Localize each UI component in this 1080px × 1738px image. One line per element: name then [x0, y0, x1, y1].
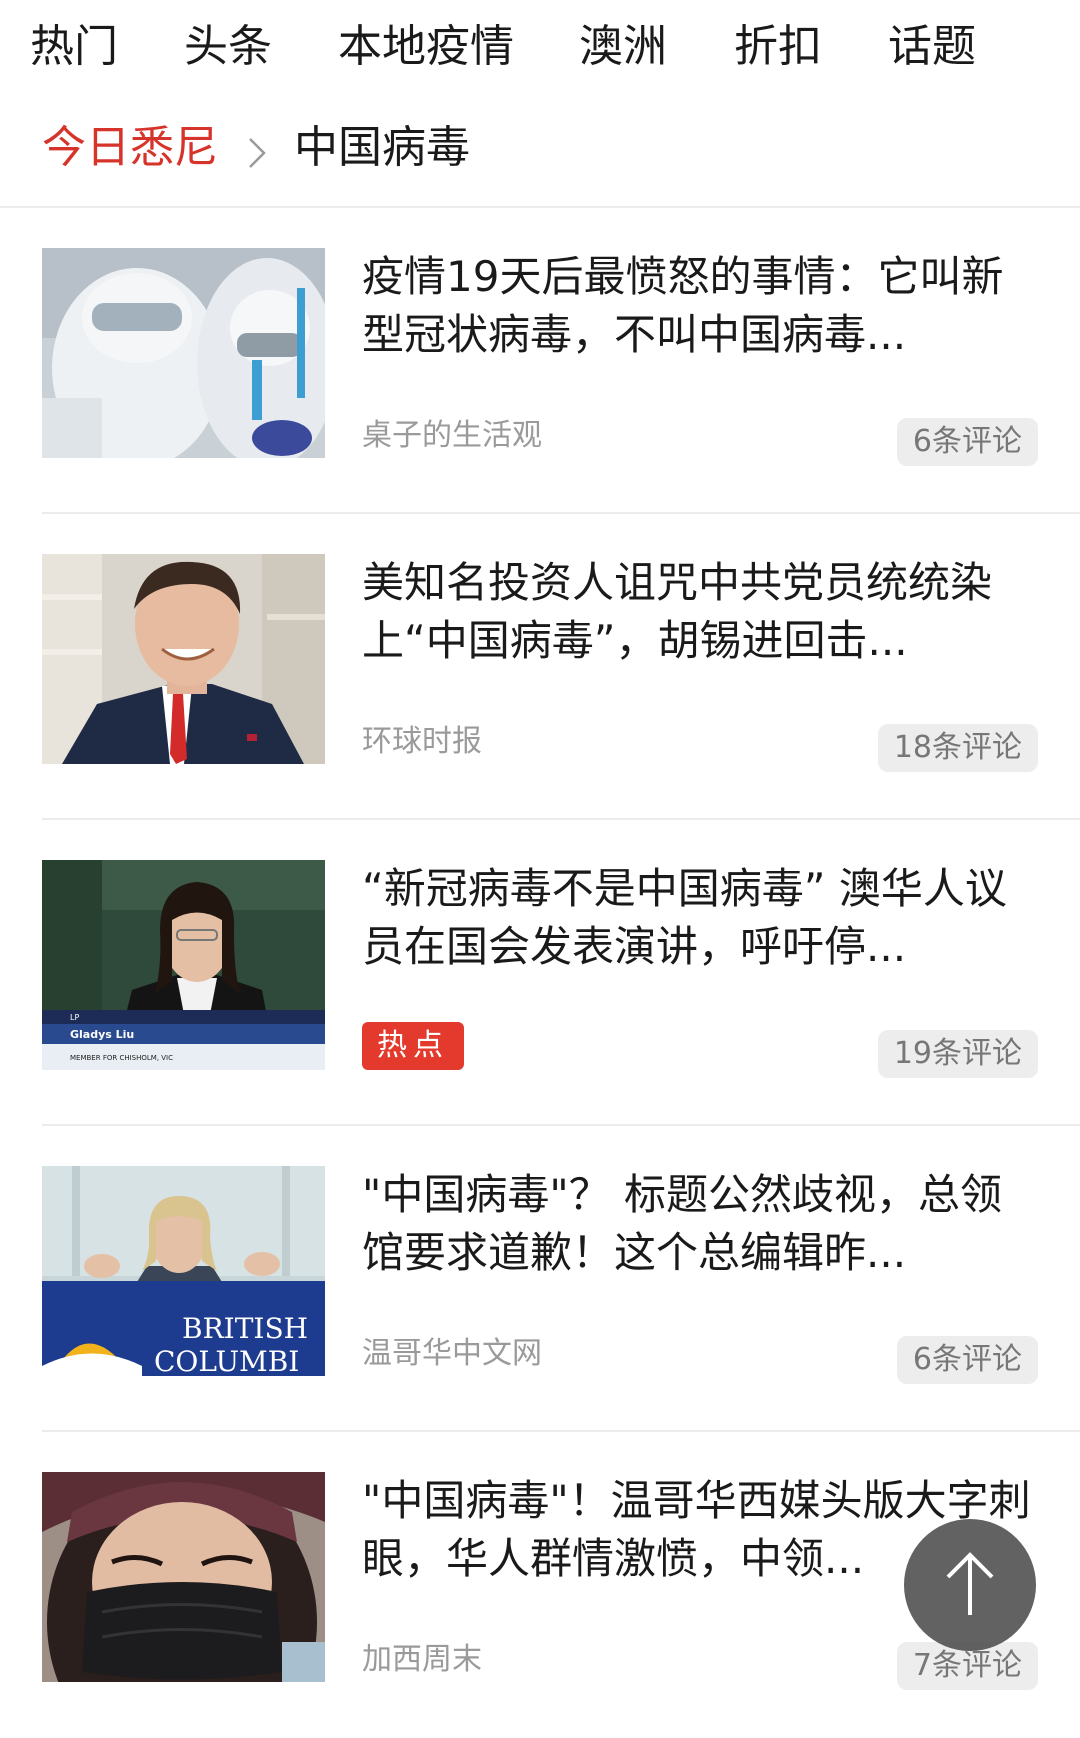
comment-count-badge[interactable]: 18条评论	[877, 724, 1038, 772]
article-title[interactable]: 疫情19天后最愤怒的事情：它叫新型冠状病毒，不叫中国病毒...	[362, 248, 1042, 364]
article-title[interactable]: "中国病毒"？ 标题公然歧视，总领馆要求道歉！这个总编辑昨...	[362, 1166, 1042, 1282]
article-item[interactable]: BRITISH COLUMBI "中国病毒"？ 标题公然歧视，总领馆要求道歉！这…	[0, 1126, 1080, 1432]
chevron-right-icon	[249, 138, 266, 168]
article-source: 加西周末	[362, 1642, 482, 1677]
arrow-up-icon	[946, 1552, 994, 1615]
article-list: 疫情19天后最愤怒的事情：它叫新型冠状病毒，不叫中国病毒... 桌子的生活观 6…	[0, 208, 1080, 1738]
medical-workers-photo	[42, 248, 325, 458]
caption-name: Gladys Liu	[70, 1028, 134, 1041]
article-title[interactable]: 美知名投资人诅咒中共党员统统染上“中国病毒”，胡锡进回击...	[362, 554, 1042, 670]
comment-count-badge[interactable]: 6条评论	[896, 418, 1038, 466]
article-source: 桌子的生活观	[362, 418, 542, 453]
article-item[interactable]: 疫情19天后最愤怒的事情：它叫新型冠状病毒，不叫中国病毒... 桌子的生活观 6…	[0, 208, 1080, 514]
comment-count-badge[interactable]: 19条评论	[877, 1030, 1038, 1078]
woman-in-mask-photo	[42, 1472, 325, 1682]
article-source: 环球时报	[362, 724, 482, 759]
back-to-top-button[interactable]	[904, 1519, 1036, 1651]
tab-local-epidemic[interactable]: 本地疫情	[338, 18, 514, 76]
parliament-speech-photo: LP Gladys Liu MEMBER FOR CHISHOLM, VIC	[42, 860, 325, 1070]
tab-headlines[interactable]: 头条	[184, 18, 272, 76]
tab-discounts[interactable]: 折扣	[734, 18, 822, 76]
press-conference-photo: BRITISH COLUMBI	[42, 1166, 325, 1376]
top-nav: 热门 头条 本地疫情 澳洲 折扣 话题	[0, 0, 1080, 96]
hot-tag-badge: 热点	[362, 1022, 464, 1070]
caption-party: LP	[70, 1013, 79, 1022]
podium-text-2: COLUMBI	[154, 1345, 299, 1376]
comment-count-badge[interactable]: 6条评论	[896, 1336, 1038, 1384]
breadcrumb: 今日悉尼 中国病毒	[0, 96, 1080, 208]
breadcrumb-home-link[interactable]: 今日悉尼	[42, 118, 218, 178]
tab-topics[interactable]: 话题	[888, 18, 976, 76]
caption-role: MEMBER FOR CHISHOLM, VIC	[70, 1054, 173, 1062]
article-title[interactable]: “新冠病毒不是中国病毒” 澳华人议员在国会发表演讲，呼吁停...	[362, 860, 1042, 976]
tab-hot[interactable]: 热门	[30, 18, 118, 76]
article-item[interactable]: LP Gladys Liu MEMBER FOR CHISHOLM, VIC “…	[0, 820, 1080, 1126]
article-source: 温哥华中文网	[362, 1336, 542, 1371]
tab-australia[interactable]: 澳洲	[579, 18, 667, 76]
breadcrumb-current: 中国病毒	[294, 122, 470, 173]
article-item[interactable]: 美知名投资人诅咒中共党员统统染上“中国病毒”，胡锡进回击... 环球时报 18条…	[0, 514, 1080, 820]
man-in-suit-photo	[42, 554, 325, 764]
podium-text-1: BRITISH	[182, 1312, 308, 1345]
